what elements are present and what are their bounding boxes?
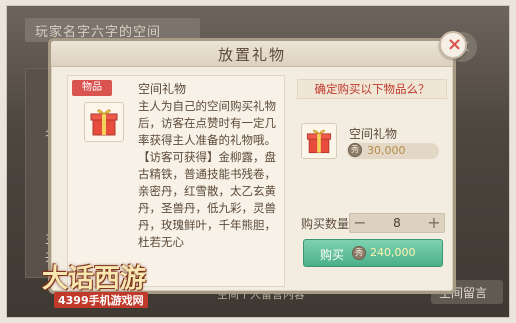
quantity-stepper: − 8 + — [349, 213, 445, 233]
description-rewards: 【访客可获得】金柳露，盘古精铁，普通技能书残卷，亲密丹，红雪散，太乙玄黄丹，圣兽… — [138, 150, 276, 249]
place-gift-dialog: 放置礼物 × 物品 空间礼物 主人为自己的空间购买礼物后，访客在点赞时有一定几率… — [48, 31, 467, 294]
gift-icon — [301, 123, 337, 159]
logo-subtitle: 4399手机游戏网 — [54, 292, 148, 308]
item-tag: 物品 — [72, 80, 112, 96]
coin-icon: 秀 — [352, 246, 366, 260]
item-description: 主人为自己的空间购买礼物后，访客在点赞时有一定几率获得主人准备的礼物哦。 【访客… — [138, 98, 283, 251]
game-logo: 大话西游 4399手机游戏网 — [30, 258, 190, 318]
dialog-header: 放置礼物 — [51, 41, 453, 67]
logo-title: 大话西游 — [42, 264, 147, 294]
purchase-item-name: 空间礼物 — [349, 127, 398, 141]
gift-icon — [84, 102, 124, 142]
confirm-prompt: 确定购买以下物品么？ — [297, 79, 447, 99]
purchase-panel: 确定购买以下物品么？ 空间礼物 秀 30,000 购买数量 − 8 + 购买 秀… — [297, 75, 447, 287]
buy-button[interactable]: 购买 秀 240,000 — [303, 239, 443, 267]
total-price: 240,000 — [370, 246, 416, 259]
dialog-title: 放置礼物 — [217, 46, 286, 64]
quantity-label: 购买数量 — [301, 217, 350, 231]
close-icon: × — [447, 34, 463, 55]
unit-price-value: 30,000 — [367, 144, 406, 157]
unit-price: 秀 30,000 — [347, 143, 439, 159]
close-button[interactable]: × — [439, 31, 467, 59]
coin-icon: 秀 — [348, 143, 362, 157]
item-name: 空间礼物 — [138, 82, 187, 96]
description-paragraph: 主人为自己的空间购买礼物后，访客在点赞时有一定几率获得主人准备的礼物哦。 — [138, 99, 276, 147]
item-description-panel: 物品 空间礼物 主人为自己的空间购买礼物后，访客在点赞时有一定几率获得主人准备的… — [67, 75, 285, 287]
purchase-item-card: 空间礼物 秀 30,000 — [301, 123, 443, 165]
quantity-increase-button[interactable]: + — [426, 214, 442, 232]
buy-button-label: 购买 — [320, 248, 345, 262]
